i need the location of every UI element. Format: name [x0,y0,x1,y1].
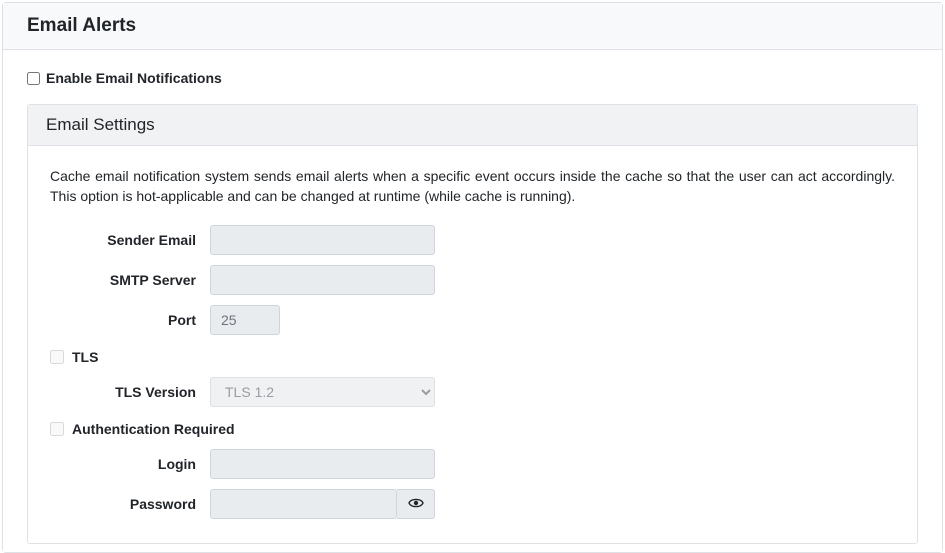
auth-required-checkbox[interactable] [50,422,64,436]
panel-body: Enable Email Notifications Email Setting… [3,50,942,552]
smtp-server-row: SMTP Server [50,265,895,295]
enable-notifications-row: Enable Email Notifications [27,70,918,86]
settings-description: Cache email notification system sends em… [50,166,895,207]
password-input[interactable] [210,489,397,519]
tls-row: TLS [50,349,895,365]
login-label: Login [50,456,210,472]
email-settings-panel: Email Settings Cache email notification … [27,104,918,544]
tls-label[interactable]: TLS [72,349,98,365]
password-row: Password [50,489,895,519]
port-input[interactable] [210,305,280,335]
email-settings-body: Cache email notification system sends em… [28,146,917,543]
email-alerts-panel: Email Alerts Enable Email Notifications … [2,2,943,553]
tls-version-select[interactable]: TLS 1.2 [210,377,435,407]
port-row: Port [50,305,895,335]
auth-required-label[interactable]: Authentication Required [72,421,235,437]
login-row: Login [50,449,895,479]
sender-email-input[interactable] [210,225,435,255]
auth-required-row: Authentication Required [50,421,895,437]
sender-email-row: Sender Email [50,225,895,255]
enable-notifications-label[interactable]: Enable Email Notifications [46,70,222,86]
smtp-server-label: SMTP Server [50,272,210,288]
tls-version-row: TLS Version TLS 1.2 [50,377,895,407]
eye-icon [408,496,424,512]
port-label: Port [50,312,210,328]
sender-email-label: Sender Email [50,232,210,248]
tls-checkbox[interactable] [50,350,64,364]
login-input[interactable] [210,449,435,479]
password-label: Password [50,496,210,512]
tls-version-label: TLS Version [50,384,210,400]
toggle-password-button[interactable] [397,489,435,519]
smtp-server-input[interactable] [210,265,435,295]
panel-title: Email Alerts [3,3,942,50]
enable-notifications-checkbox[interactable] [27,72,40,85]
email-settings-title: Email Settings [28,105,917,146]
